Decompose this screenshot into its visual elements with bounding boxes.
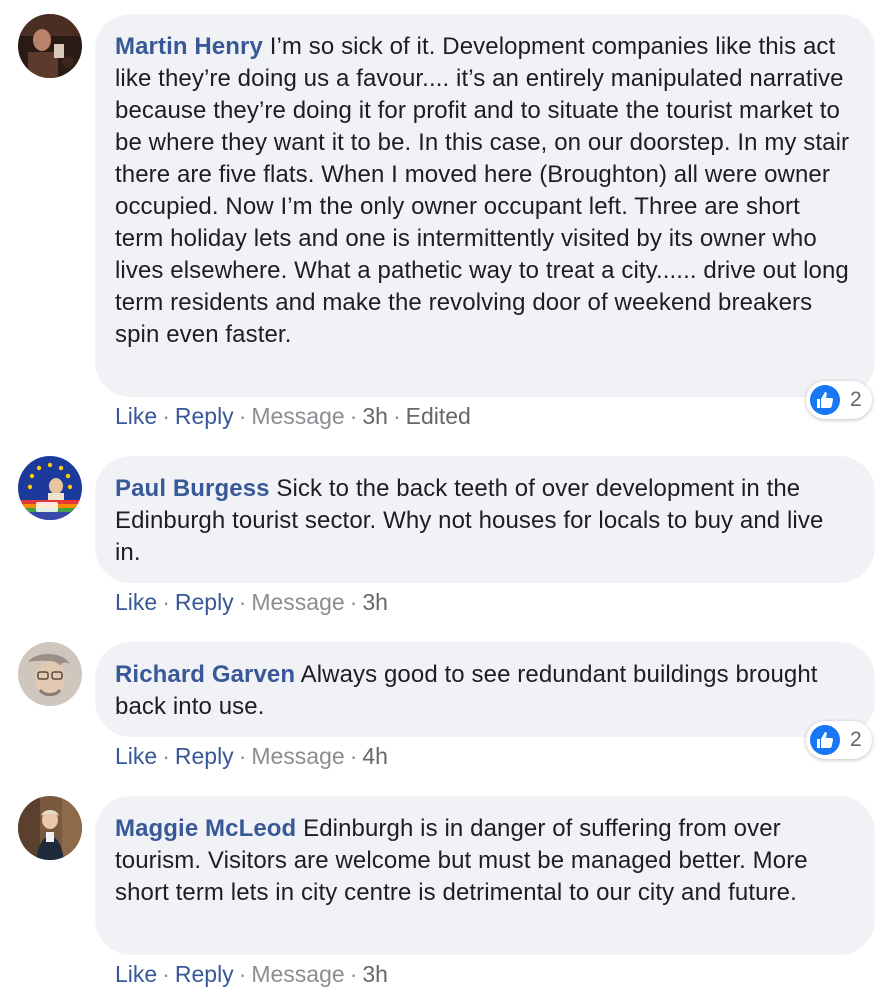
reaction-count: 2 — [850, 728, 862, 751]
like-link[interactable]: Like — [115, 403, 157, 429]
avatar[interactable] — [18, 796, 82, 860]
comment-actions: Like · Reply · Message · 3h · Edited — [115, 402, 471, 430]
comment-actions: Like · Reply · Message · 4h — [115, 742, 388, 770]
separator: · — [162, 403, 170, 429]
comment-time[interactable]: 3h — [362, 589, 388, 615]
like-thumb-icon — [810, 385, 840, 415]
comment-bubble: Richard Garven Always good to see redund… — [95, 642, 875, 737]
reply-link[interactable]: Reply — [175, 743, 234, 769]
message-link[interactable]: Message — [251, 743, 344, 769]
reaction-count-badge[interactable]: 2 — [806, 721, 872, 759]
reply-link[interactable]: Reply — [175, 589, 234, 615]
separator: · — [349, 743, 358, 769]
comment-author[interactable]: Martin Henry — [115, 33, 263, 60]
message-link[interactable]: Message — [251, 961, 344, 987]
message-link[interactable]: Message — [251, 403, 344, 429]
like-thumb-icon — [810, 725, 840, 755]
message-link[interactable]: Message — [251, 589, 344, 615]
comment-bubble: Paul Burgess Sick to the back teeth of o… — [95, 456, 875, 583]
separator: · — [238, 589, 247, 615]
reply-link[interactable]: Reply — [175, 961, 234, 987]
like-link[interactable]: Like — [115, 961, 157, 987]
like-link[interactable]: Like — [115, 589, 157, 615]
separator: · — [349, 589, 358, 615]
separator: · — [392, 403, 401, 429]
comment-text: I’m so sick of it. Development companies… — [115, 33, 850, 348]
avatar[interactable] — [18, 14, 82, 78]
edited-label[interactable]: Edited — [406, 403, 471, 429]
comment-bubble: Martin Henry I’m so sick of it. Developm… — [95, 14, 875, 397]
comment-author[interactable]: Maggie McLeod — [115, 815, 296, 842]
separator: · — [162, 961, 170, 987]
separator: · — [238, 403, 247, 429]
comment-bubble: Maggie McLeod Edinburgh is in danger of … — [95, 796, 875, 955]
separator: · — [162, 743, 170, 769]
reply-link[interactable]: Reply — [175, 403, 234, 429]
like-link[interactable]: Like — [115, 743, 157, 769]
reaction-count: 2 — [850, 388, 862, 411]
avatar[interactable] — [18, 642, 82, 706]
comment-actions: Like · Reply · Message · 3h — [115, 960, 388, 988]
separator: · — [238, 743, 247, 769]
separator: · — [349, 403, 358, 429]
comment-time[interactable]: 3h — [362, 961, 388, 987]
reaction-count-badge[interactable]: 2 — [806, 381, 872, 419]
separator: · — [238, 961, 247, 987]
comment-time[interactable]: 4h — [362, 743, 388, 769]
separator: · — [162, 589, 170, 615]
comment-author[interactable]: Richard Garven — [115, 661, 295, 688]
comment-author[interactable]: Paul Burgess — [115, 475, 270, 502]
avatar[interactable] — [18, 456, 82, 520]
comment-time[interactable]: 3h — [362, 403, 388, 429]
separator: · — [349, 961, 358, 987]
comment-actions: Like · Reply · Message · 3h — [115, 588, 388, 616]
